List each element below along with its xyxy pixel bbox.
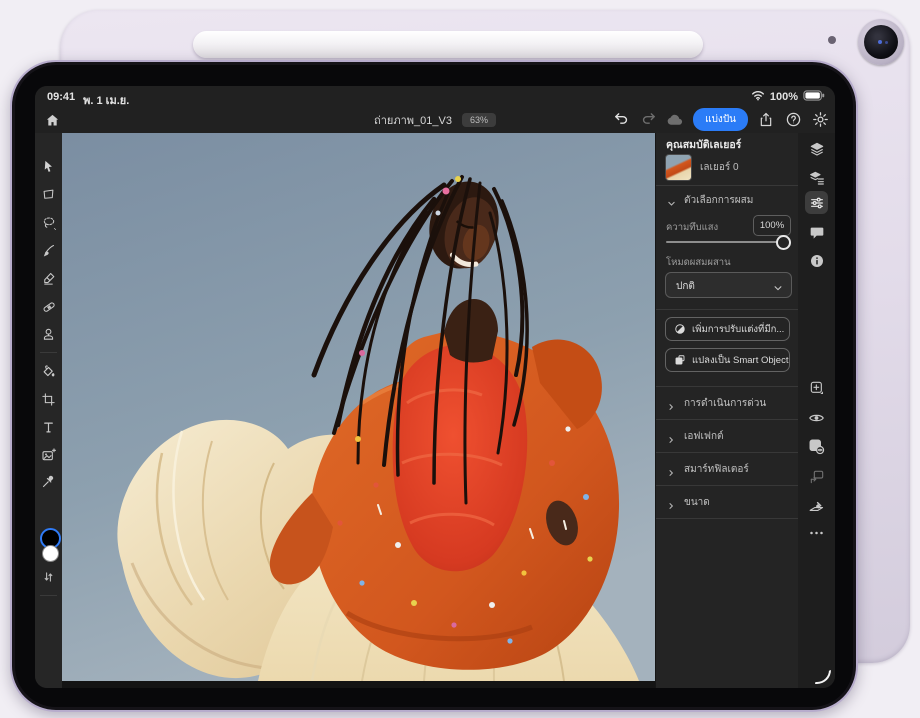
chevron-right-icon (667, 497, 675, 515)
adjustment-icon (674, 323, 686, 335)
add-layer-icon[interactable] (805, 376, 828, 399)
opacity-slider[interactable] (666, 241, 789, 243)
section-size[interactable]: ขนาด (656, 485, 799, 518)
smart-object-icon (674, 354, 686, 366)
wifi-icon (751, 89, 765, 104)
layer-properties-panel: คุณสมบัติเลเยอร์ เลเยอร์ 0 ตัวเลือกการผส… (655, 133, 799, 688)
layer-filter-icon[interactable] (805, 166, 828, 189)
cloud-sync-icon[interactable] (666, 111, 684, 129)
place-photo-tool-icon[interactable] (37, 443, 60, 466)
transform-tool-icon[interactable] (37, 183, 60, 206)
blend-options-label[interactable]: ตัวเลือกการผสม (684, 193, 753, 208)
layer-thumbnail[interactable] (665, 154, 692, 181)
opacity-value-field[interactable]: 100% (753, 215, 791, 236)
layers-icon[interactable] (805, 137, 828, 160)
section-quick-actions[interactable]: การดำเนินการด่วน (656, 386, 799, 419)
visibility-eye-icon[interactable] (805, 406, 828, 429)
convert-smart-object-button[interactable]: แปลงเป็น Smart Object (665, 348, 790, 372)
redo-button[interactable] (639, 111, 657, 129)
chevron-right-icon (667, 431, 675, 449)
comments-icon[interactable] (805, 221, 828, 244)
tool-sidebar (35, 133, 63, 688)
layer-mask-icon[interactable] (805, 435, 828, 458)
opacity-slider-knob[interactable] (776, 235, 791, 250)
move-tool-icon[interactable] (37, 155, 60, 178)
right-icon-strip (798, 133, 835, 688)
export-icon[interactable] (757, 111, 775, 129)
opacity-label: ความทึบแสง (666, 220, 718, 235)
share-button[interactable]: แบ่งปัน (693, 108, 748, 131)
swap-colors-icon[interactable] (37, 565, 60, 588)
layer-name: เลเยอร์ 0 (700, 160, 739, 175)
marketing-scene: 09:41 พ. 1 เม.ย. 100% (0, 0, 920, 718)
lasso-tool-icon[interactable] (37, 211, 60, 234)
layer-properties-icon[interactable] (805, 191, 828, 214)
zoom-level-badge[interactable]: 63% (462, 113, 496, 127)
section-smart-filters[interactable]: สมาร์ทฟิลเตอร์ (656, 452, 799, 485)
healing-tool-icon[interactable] (37, 295, 60, 318)
layer-row[interactable]: เลเยอร์ 0 (656, 153, 799, 181)
more-options-icon[interactable] (805, 521, 828, 544)
add-adjustment-button[interactable]: เพิ่มการปรับแต่งที่มีก... (665, 317, 790, 341)
settings-gear-icon[interactable] (811, 111, 829, 129)
battery-icon (803, 90, 825, 104)
undo-button[interactable] (612, 111, 630, 129)
home-button[interactable] (41, 109, 63, 131)
document-title: ถ่ายภาพ_01_V3 (374, 111, 452, 129)
blend-mode-label: โหมดผสมผสาน (666, 255, 731, 270)
top-toolbar: ถ่ายภาพ_01_V3 63% แบ่งปัน (35, 106, 835, 133)
eyedropper-tool-icon[interactable] (37, 470, 60, 493)
chevron-down-icon[interactable] (667, 195, 676, 213)
front-ipad: 09:41 พ. 1 เม.ย. 100% (10, 60, 858, 712)
flatten-icon[interactable] (805, 495, 828, 518)
blend-mode-value: ปกติ (676, 279, 695, 294)
panel-title: คุณสมบัติเลเยอร์ (666, 136, 741, 153)
battery-percent: 100% (770, 91, 798, 103)
crop-tool-icon[interactable] (37, 388, 60, 411)
rear-camera-icon (858, 19, 904, 65)
fill-tool-icon[interactable] (37, 360, 60, 383)
clone-stamp-tool-icon[interactable] (37, 323, 60, 346)
chevron-down-icon (773, 280, 783, 298)
blend-mode-dropdown[interactable]: ปกติ (665, 272, 792, 298)
brush-tool-icon[interactable] (37, 239, 60, 262)
apple-pencil (193, 31, 703, 58)
rear-mic-dot (828, 36, 836, 44)
photoshop-app-screen: 09:41 พ. 1 เม.ย. 100% (35, 86, 835, 688)
photo-layer (62, 133, 655, 681)
info-icon[interactable] (805, 249, 828, 272)
background-color-swatch[interactable] (42, 545, 59, 562)
status-bar: 09:41 พ. 1 เม.ย. 100% (35, 86, 835, 106)
document-canvas[interactable] (62, 133, 655, 688)
chevron-right-icon (667, 398, 675, 416)
clipping-mask-icon[interactable] (805, 465, 828, 488)
eraser-tool-icon[interactable] (37, 267, 60, 290)
section-effects[interactable]: เอฟเฟกต์ (656, 419, 799, 452)
type-tool-icon[interactable] (37, 416, 60, 439)
help-button[interactable] (784, 111, 802, 129)
chevron-right-icon (667, 464, 675, 482)
